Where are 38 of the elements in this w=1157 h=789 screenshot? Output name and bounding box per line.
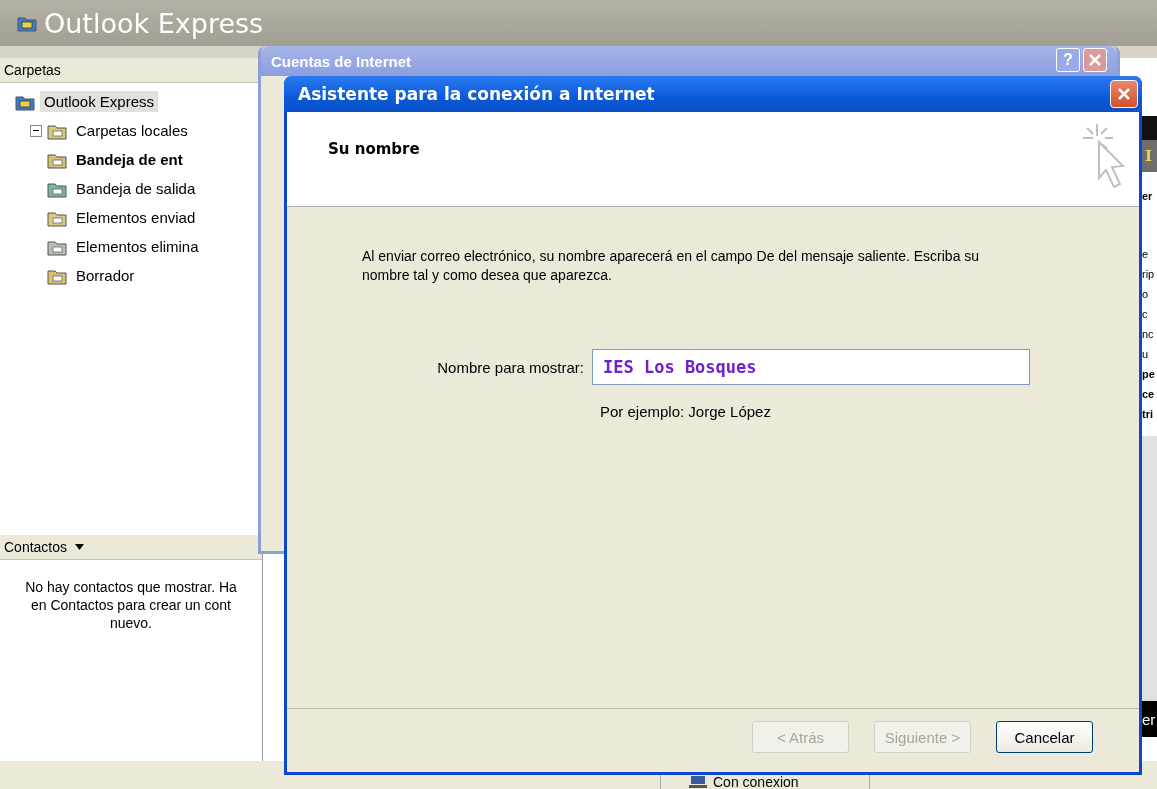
page-title: Su nombre	[328, 140, 420, 160]
message-text: nc	[1142, 327, 1155, 342]
display-name-field[interactable]: IES Los Bosques	[592, 349, 1030, 385]
dialog-title: Cuentas de Internet	[271, 53, 412, 71]
folder-item[interactable]: Elementos elimina	[72, 236, 203, 257]
message-text: pe	[1142, 367, 1156, 382]
wizard-button[interactable]: Cancelar	[996, 721, 1093, 753]
close-icon	[1117, 87, 1131, 101]
message-text: u	[1142, 347, 1150, 362]
message-text: o	[1142, 287, 1150, 302]
computer-icon	[689, 776, 707, 788]
window-title: Outlook Express	[44, 7, 264, 39]
folder-item[interactable]: Outlook Express	[40, 91, 159, 112]
footer-text: er	[1142, 710, 1156, 728]
folder-item[interactable]: Borrador	[72, 265, 139, 286]
field-label: Nombre para mostrar:	[436, 358, 584, 376]
collapse-toggle[interactable]	[30, 124, 42, 137]
pane-title: Carpetas	[4, 62, 61, 78]
message-text: c	[1142, 307, 1149, 322]
close-button[interactable]	[1110, 80, 1138, 108]
folder-item[interactable]: Elementos enviad	[72, 207, 200, 228]
message-text: tri	[1142, 407, 1154, 422]
example-text: Por ejemplo: Jorge López	[600, 403, 772, 420]
folder-item[interactable]: Bandeja de ent	[72, 149, 187, 170]
dialog-title: Asistente para la conexión a Internet	[298, 84, 655, 104]
message-text: er	[1142, 189, 1154, 204]
dropdown-icon	[75, 544, 85, 550]
contacts-menu[interactable]: Contactos	[4, 539, 85, 555]
message-text: rip	[1142, 267, 1156, 282]
empty-message: No hay contactos que mostrar. Ha en Contactos para crear un cont nuevo.	[24, 578, 238, 632]
folder-item[interactable]: Carpetas locales	[72, 120, 192, 141]
folder-item[interactable]: Bandeja de salida	[72, 178, 200, 199]
message-text: e	[1142, 247, 1150, 262]
close-icon	[1089, 54, 1101, 66]
close-button[interactable]	[1083, 48, 1107, 72]
header-text: I	[1145, 147, 1153, 165]
instructions: Al enviar correo electrónico, su nombre aparecerá en el campo De del mensaje saliente. Escriba su nombre tal y como desea que aparezca.	[362, 247, 981, 285]
message-text: ce	[1142, 387, 1156, 402]
